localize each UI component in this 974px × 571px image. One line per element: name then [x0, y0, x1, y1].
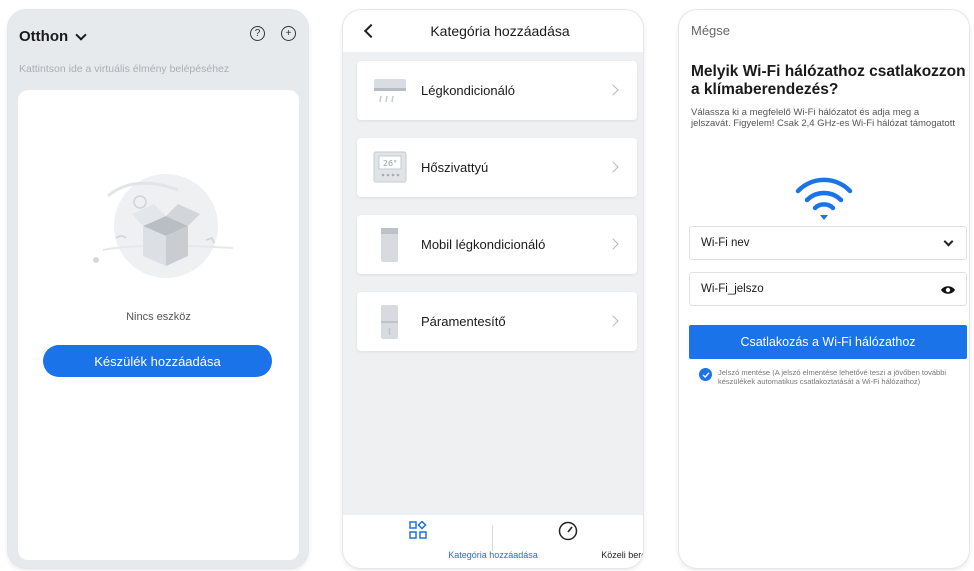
eye-icon[interactable] [940, 284, 956, 296]
tab-add-category[interactable]: Kategória hozzáadása [343, 515, 538, 568]
grid-add-icon [409, 521, 427, 539]
checkmark-icon [702, 371, 710, 378]
category-label: Légkondicionáló [421, 83, 515, 98]
chevron-down-icon [75, 28, 87, 41]
category-label: Mobil légkondicionáló [421, 237, 546, 252]
wifi-network-value: Wi-Fi nev [701, 237, 750, 249]
portable-ac-icon [381, 228, 398, 262]
gauge-icon [558, 521, 578, 541]
home-selector[interactable]: Otthon [19, 28, 87, 45]
devices-card: Nincs eszköz Készülék hozzáadása [18, 90, 299, 560]
chevron-right-icon [607, 161, 619, 173]
virtual-experience-link[interactable]: Kattintson ide a virtuális élmény belépé… [19, 63, 229, 75]
wifi-description: Válassza ki a megfelelő Wi-Fi hálózatot … [691, 107, 955, 129]
chevron-right-icon [607, 238, 619, 250]
screenshot-stage: Otthon ? + Kattintson ide a virtuális él… [0, 0, 974, 571]
category-label: Hőszivattyú [421, 160, 489, 175]
heat-pump-display: 26° [383, 159, 397, 168]
category-item-air-conditioner[interactable]: Légkondicionáló [357, 61, 637, 120]
chevron-right-icon [607, 315, 619, 327]
wifi-password-value: Wi-Fi_jelszo [701, 283, 764, 295]
page-title: Melyik Wi-Fi hálózathoz csatlakozzon a k… [691, 63, 966, 98]
category-item-dehumidifier[interactable]: Páramentesítő [357, 292, 637, 351]
tab-nearby-devices[interactable]: Közeli berendezések [493, 515, 643, 568]
top-bar: Kategória hozzáadása [343, 10, 643, 52]
no-device-text: Nincs eszköz [126, 311, 191, 323]
category-item-portable-ac[interactable]: Mobil légkondicionáló [357, 215, 637, 274]
category-item-heat-pump[interactable]: 26° Hőszivattyú [357, 138, 637, 197]
wifi-setup-screen: Mégse Melyik Wi-Fi hálózathoz csatlakozz… [679, 10, 969, 568]
bottom-tab-bar: Kategória hozzáadása Közeli berendezések [343, 515, 643, 568]
chevron-right-icon [607, 84, 619, 96]
air-conditioner-icon [374, 79, 406, 103]
home-title: Otthon [19, 28, 69, 45]
plus-circle-icon[interactable]: + [281, 26, 296, 41]
heat-pump-icon: 26° [373, 151, 407, 183]
wifi-password-field[interactable]: Wi-Fi_jelszo [689, 272, 967, 306]
chevron-down-icon [943, 236, 954, 247]
add-device-button[interactable]: Készülék hozzáadása [43, 345, 272, 377]
dehumidifier-icon [381, 305, 398, 339]
question-circle-icon[interactable]: ? [250, 26, 265, 41]
home-screen: Otthon ? + Kattintson ide a virtuális él… [8, 10, 308, 568]
wifi-icon [795, 177, 853, 220]
add-category-screen: Kategória hozzáadása Légkondicionáló 26°… [343, 10, 643, 568]
cancel-link[interactable]: Mégse [691, 23, 730, 38]
wifi-network-select[interactable]: Wi-Fi nev [689, 226, 967, 260]
tab-label: Közeli berendezések [601, 550, 643, 560]
save-password-label: Jelszó mentése (A jelszó elmentése lehet… [718, 368, 947, 386]
category-label: Páramentesítő [421, 314, 506, 329]
home-header-actions: ? + [250, 26, 296, 41]
page-title: Kategória hozzáadása [430, 23, 570, 39]
empty-box-illustration [93, 174, 234, 278]
save-password-checkbox[interactable] [699, 368, 712, 381]
connect-wifi-button[interactable]: Csatlakozás a Wi-Fi hálózathoz [689, 325, 967, 359]
